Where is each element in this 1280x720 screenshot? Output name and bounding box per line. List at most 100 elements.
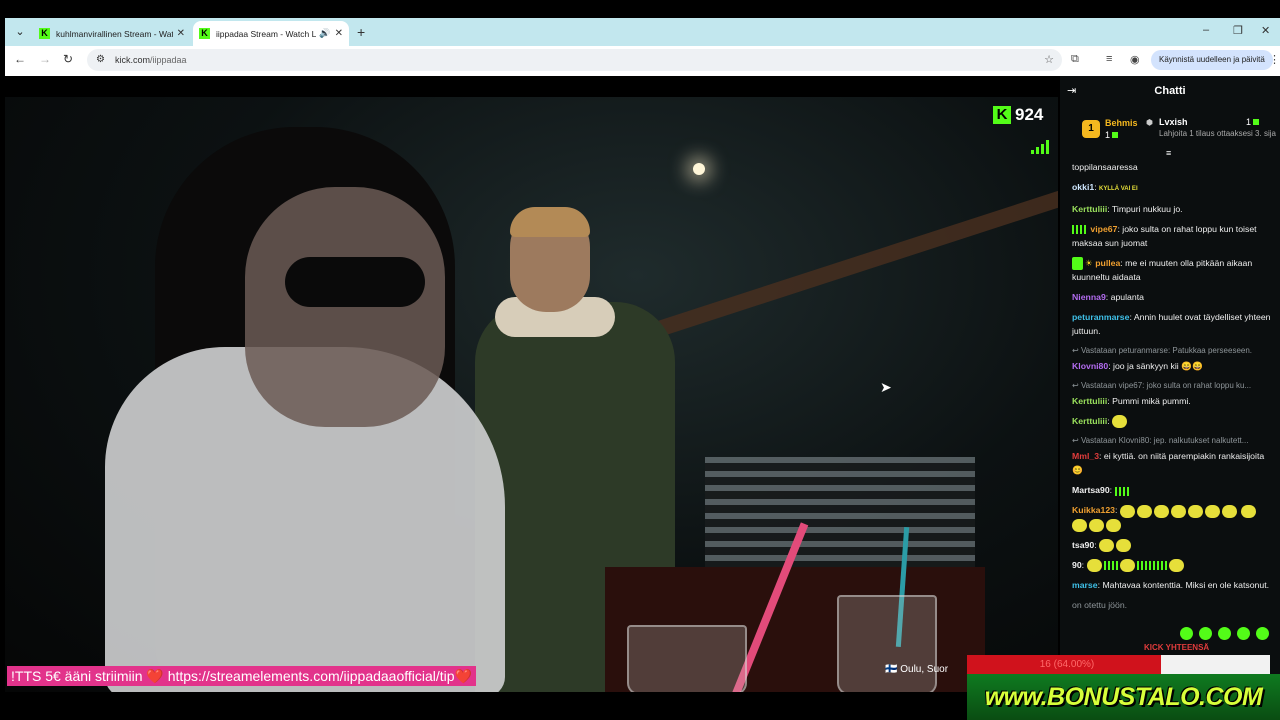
chat-message: Kerttuliii: Timpuri nukkuu jo.: [1072, 204, 1183, 214]
emote-button-icon[interactable]: [1199, 627, 1212, 640]
extensions-icon[interactable]: ⧉: [1071, 53, 1079, 66]
gifter-badge-icon: [1072, 257, 1083, 271]
kick-page: K 924 !TTS 5€ ääni striimiin ❤️ https://…: [5, 76, 1280, 696]
reload-icon[interactable]: ↻: [63, 52, 73, 66]
emote-icon: [1114, 486, 1131, 496]
emote-button-icon[interactable]: [1180, 627, 1193, 640]
kick-viewer-overlay: K 924: [993, 105, 1043, 125]
chat-username[interactable]: Kuikka123: [1072, 505, 1115, 515]
reply-context: ↩ Vastataan peturanmarse: Patukkaa perse…: [1072, 346, 1253, 356]
reply-context: ↩ Vastataan Klovni80: jep. nalkutukset n…: [1072, 436, 1249, 446]
site-info-icon[interactable]: ⚙: [96, 49, 105, 71]
chat-message: peturanmarse: Annin huulet ovat täydelli…: [1072, 312, 1271, 337]
chat-message: Martsa90:: [1072, 483, 1272, 497]
chat-username[interactable]: tsa90: [1072, 540, 1094, 550]
message-text: Pummi mikä pummi.: [1112, 396, 1191, 407]
emote-icon: [1187, 504, 1203, 518]
bookmark-star-icon[interactable]: ☆: [1044, 49, 1054, 71]
new-tab-button[interactable]: +: [357, 24, 365, 40]
chat-username[interactable]: vipe67: [1090, 224, 1117, 234]
chat-username[interactable]: okki1: [1072, 182, 1094, 192]
forward-arrow-icon[interactable]: →: [39, 52, 51, 66]
url-path: /iippadaa: [150, 55, 187, 65]
chat-username[interactable]: Martsa90: [1072, 485, 1110, 495]
chat-username[interactable]: Kerttuliii: [1072, 204, 1107, 214]
chat-message: toppilansaaressa: [1072, 160, 1272, 174]
maximize-button[interactable]: ❐: [1233, 24, 1243, 37]
tab-close-icon[interactable]: ✕: [177, 28, 185, 39]
chat-message: 90:: [1072, 558, 1272, 573]
emote-icon: [1153, 504, 1169, 518]
goal-progress-text: 16 (64.00%): [1039, 659, 1095, 670]
tab-search-chevron-icon[interactable]: ⌄: [11, 23, 29, 41]
video-player[interactable]: K 924 !TTS 5€ ääni striimiin ❤️ https://…: [5, 97, 1058, 692]
chat-username[interactable]: Mml_3: [1072, 451, 1099, 461]
subscriber-badge-icon: [1072, 225, 1088, 235]
media-controls-icon[interactable]: ≡: [1106, 53, 1112, 65]
chat-message: Kerttuliii:: [1072, 414, 1272, 429]
leader-second-count: 1: [1246, 117, 1260, 127]
man-hair: [510, 207, 590, 237]
chat-username[interactable]: marse: [1072, 580, 1098, 590]
screen-top-bar: [0, 0, 1280, 18]
chat-username[interactable]: Kerttuliii: [1072, 396, 1107, 406]
chat-message: tsa90:: [1072, 538, 1272, 553]
stream-location: 🇫🇮 Oulu, Suor: [885, 664, 949, 675]
leader-second-name[interactable]: Lvxish: [1159, 117, 1188, 127]
sponsor-banner[interactable]: www.BONUSTALO.COM: [967, 674, 1280, 720]
emote-icon: [1119, 559, 1135, 573]
emote-icon: [1086, 559, 1102, 573]
sunglasses: [285, 257, 425, 307]
kick-logo-icon: K: [993, 106, 1011, 124]
emote-icon: [1152, 561, 1169, 571]
url-host: kick.com: [115, 55, 151, 65]
kylla-vai-ei-emote: KYLLÄ VAI EI: [1099, 186, 1138, 192]
speaker-icon[interactable]: 🔊: [319, 28, 330, 39]
emote-button-icon[interactable]: [1237, 627, 1250, 640]
emote-icon: [1168, 559, 1184, 573]
reply-arrow-icon: ↩: [1072, 346, 1079, 356]
emote-icon: [1099, 539, 1115, 553]
emote-icon: [1136, 561, 1153, 571]
chat-username[interactable]: Nienna9: [1072, 292, 1106, 302]
close-window-button[interactable]: ✕: [1261, 24, 1270, 37]
tab-kuhlmanvirallinen[interactable]: K kuhlmanvirallinen Stream - Wat ✕: [33, 21, 191, 46]
emote-icon: [1119, 504, 1135, 518]
goal-label: KICK YHTEENSÄ: [1144, 643, 1210, 652]
message-text: on otettu jöön.: [1072, 600, 1128, 611]
leader-first-name[interactable]: Behmis: [1105, 118, 1138, 128]
pinned-expand-icon[interactable]: ≡: [1166, 148, 1171, 158]
minimize-button[interactable]: –: [1203, 24, 1209, 36]
menu-kebab-icon[interactable]: ⋮: [1269, 53, 1280, 66]
chat-username[interactable]: 90: [1072, 560, 1082, 570]
emote-button-icon[interactable]: [1218, 627, 1231, 640]
kick-favicon-icon: K: [39, 28, 50, 39]
chat-username[interactable]: Klovni80: [1072, 361, 1108, 371]
chat-username[interactable]: Kerttuliii: [1072, 416, 1107, 426]
tab-close-icon[interactable]: ✕: [335, 28, 343, 39]
chat-message: Nienna9: apulanta: [1072, 292, 1144, 303]
mouse-cursor-icon: ➤: [880, 379, 892, 395]
back-arrow-icon[interactable]: ←: [14, 52, 26, 66]
chat-username[interactable]: pullea: [1095, 258, 1120, 268]
tab-iippadaa[interactable]: K iippadaa Stream - Watch Li 🔊 ✕: [193, 21, 349, 46]
message-text: joo ja sänkyyn kii 😄😄: [1113, 361, 1203, 372]
chat-message: ↩ Vastataan Klovni80: jep. nalkutukset n…: [1072, 434, 1272, 477]
emote-icon: [1204, 504, 1220, 518]
chat-messages: toppilansaaressa okki1: KYLLÄ VAI EI Ker…: [1072, 160, 1272, 618]
chat-username[interactable]: peturanmarse: [1072, 312, 1129, 322]
rank-1-badge-icon: 1: [1082, 120, 1100, 138]
woman-face: [245, 187, 445, 427]
browser-toolbar: ← → ↻ ⚙ kick.com/iippadaa ☆ ⧉ ≡ ◉ Käynni…: [5, 46, 1280, 74]
chat-message: on otettu jöön.: [1072, 598, 1272, 612]
sun-badge-icon: ☀: [1085, 258, 1093, 268]
emote-button-icon[interactable]: [1256, 627, 1269, 640]
profile-icon[interactable]: ◉: [1130, 53, 1140, 66]
chat-message: okki1: KYLLÄ VAI EI: [1072, 182, 1138, 192]
address-bar[interactable]: ⚙ kick.com/iippadaa ☆: [87, 49, 1062, 71]
chat-message: vipe67: joko sulta on rahat loppu kun to…: [1072, 224, 1257, 248]
browser-tab-strip: ⌄ K kuhlmanvirallinen Stream - Wat ✕ K i…: [5, 18, 1280, 46]
kick-favicon-icon: K: [199, 28, 210, 39]
restart-update-button[interactable]: Käynnistä uudelleen ja päivitä: [1151, 50, 1273, 70]
chat-title: Chatti: [1154, 85, 1186, 97]
